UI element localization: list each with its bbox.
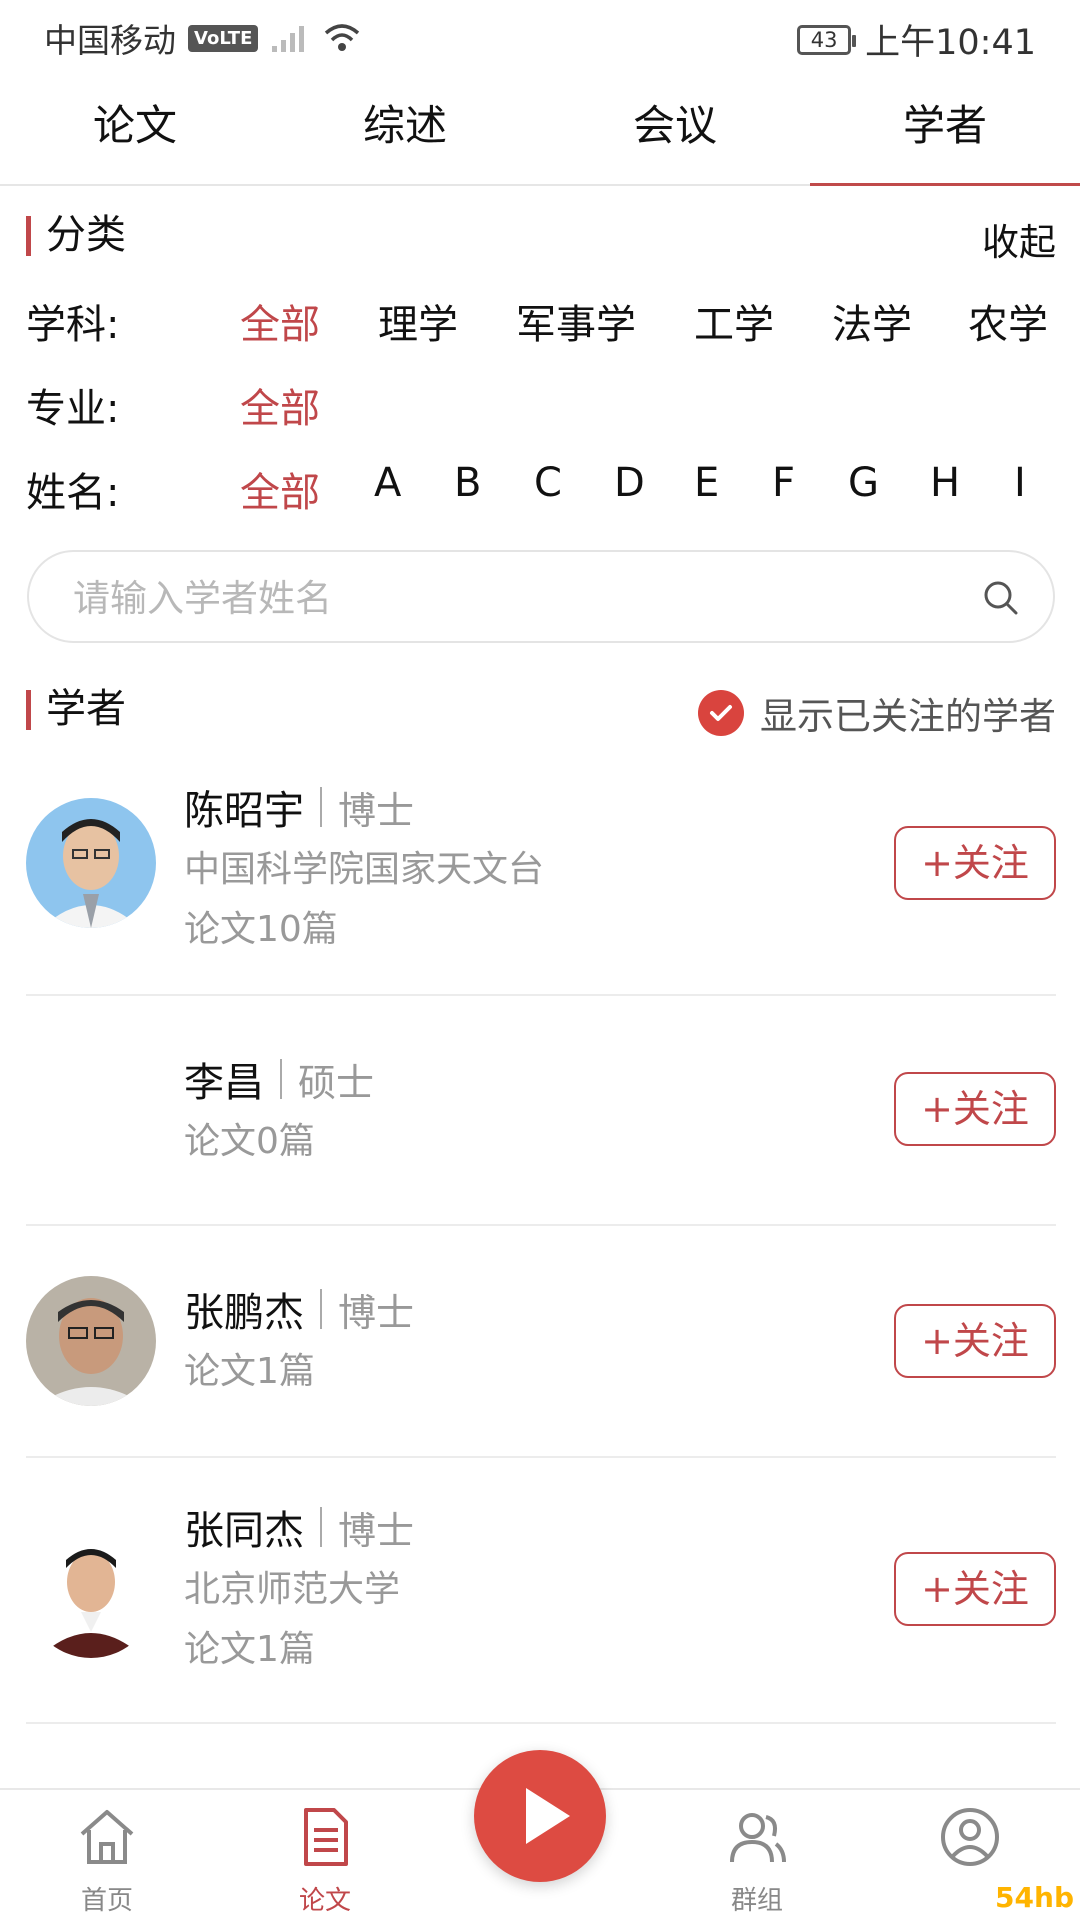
collapse-button[interactable]: 收起 bbox=[982, 212, 1056, 266]
user-icon bbox=[941, 1808, 999, 1866]
avatar bbox=[26, 1276, 156, 1406]
subject-option-military[interactable]: 军事学 bbox=[516, 292, 636, 350]
subject-option-agriculture[interactable]: 农学 bbox=[968, 292, 1048, 350]
subject-option-all[interactable]: 全部 bbox=[240, 292, 320, 350]
check-icon[interactable] bbox=[698, 690, 744, 736]
subject-filter-row: 学科: 全部 理学 军事学 工学 法学 农学 bbox=[26, 292, 1066, 352]
name-filter-row: 姓名: 全部 A B C D E F G H I bbox=[26, 460, 1066, 520]
scholar-item[interactable]: 张鹏杰 博士 论文1篇 +关注 bbox=[26, 1226, 1056, 1458]
scholar-name[interactable]: 李昌 bbox=[184, 1050, 264, 1108]
tab-papers[interactable]: 论文 bbox=[0, 86, 270, 184]
follow-button[interactable]: +关注 bbox=[894, 1072, 1056, 1146]
scholar-info: 陈昭宇 博士 中国科学院国家天文台 论文10篇 bbox=[184, 780, 544, 954]
play-button[interactable] bbox=[474, 1750, 606, 1882]
top-tabs: 论文 综述 会议 学者 bbox=[0, 86, 1080, 186]
follow-button[interactable]: +关注 bbox=[894, 1304, 1056, 1378]
status-left: 中国移动 VoLTE bbox=[44, 14, 362, 62]
scholar-org: 北京师范大学 bbox=[184, 1569, 401, 1610]
status-bar: 中国移动 VoLTE 43 上午10:41 bbox=[0, 0, 1080, 74]
status-right: 43 上午10:41 bbox=[797, 14, 1036, 65]
scholar-papers: 论文1篇 bbox=[184, 1629, 315, 1670]
name-option-f[interactable]: F bbox=[772, 460, 795, 506]
clock: 上午10:41 bbox=[865, 23, 1036, 63]
search-input[interactable] bbox=[73, 572, 933, 624]
name-option-c[interactable]: C bbox=[534, 460, 562, 506]
tab-conferences[interactable]: 会议 bbox=[540, 86, 810, 184]
name-option-a[interactable]: A bbox=[374, 460, 401, 506]
divider bbox=[320, 1507, 322, 1547]
divider bbox=[320, 1289, 322, 1329]
name-option-i[interactable]: I bbox=[1014, 460, 1026, 506]
watermark-logo: 54hb bbox=[995, 1881, 1074, 1914]
follow-button[interactable]: +关注 bbox=[894, 1552, 1056, 1626]
nav-home-label: 首页 bbox=[80, 1886, 133, 1916]
signal-icon bbox=[272, 26, 305, 52]
group-icon bbox=[730, 1813, 786, 1863]
avatar bbox=[26, 798, 156, 928]
name-label: 姓名: bbox=[26, 470, 120, 516]
wifi-icon bbox=[325, 24, 360, 51]
name-line: 陈昭宇 博士 bbox=[184, 780, 544, 834]
divider bbox=[280, 1059, 282, 1099]
name-option-g[interactable]: G bbox=[848, 460, 879, 506]
nav-profile[interactable] bbox=[895, 1804, 1045, 1880]
scholar-item[interactable]: 张同杰 博士 北京师范大学 论文1篇 +关注 bbox=[26, 1458, 1056, 1724]
scholar-degree: 博士 bbox=[338, 1290, 415, 1335]
scholar-name[interactable]: 张同杰 bbox=[184, 1498, 304, 1556]
tab-scholars[interactable]: 学者 bbox=[810, 86, 1080, 186]
name-option-d[interactable]: D bbox=[614, 460, 645, 506]
scholar-papers: 论文1篇 bbox=[184, 1351, 315, 1392]
battery-indicator: 43 bbox=[797, 24, 857, 55]
major-filter-row: 专业: 全部 bbox=[26, 376, 1066, 436]
name-line: 张鹏杰 博士 bbox=[184, 1282, 414, 1336]
name-option-b[interactable]: B bbox=[454, 460, 481, 506]
home-icon bbox=[80, 1810, 134, 1864]
name-option-h[interactable]: H bbox=[930, 460, 960, 506]
nav-papers[interactable]: 论文 bbox=[250, 1804, 400, 1917]
scholar-item[interactable]: 陈昭宇 博士 中国科学院国家天文台 论文10篇 +关注 bbox=[26, 762, 1056, 996]
scholar-degree: 博士 bbox=[338, 788, 415, 833]
document-icon bbox=[304, 1808, 348, 1866]
scholar-info: 张鹏杰 博士 论文1篇 bbox=[184, 1282, 414, 1396]
volte-badge: VoLTE bbox=[188, 24, 259, 52]
tab-reviews[interactable]: 综述 bbox=[270, 86, 540, 184]
avatar bbox=[26, 1528, 156, 1658]
scholar-name[interactable]: 陈昭宇 bbox=[184, 778, 304, 836]
subject-option-engineering[interactable]: 工学 bbox=[694, 292, 774, 350]
scholar-papers: 论文10篇 bbox=[184, 909, 338, 950]
show-followed-label: 显示已关注的学者 bbox=[760, 695, 1056, 738]
name-option-e[interactable]: E bbox=[694, 460, 719, 506]
name-line: 张同杰 博士 bbox=[184, 1500, 414, 1554]
follow-button[interactable]: +关注 bbox=[894, 826, 1056, 900]
subject-option-science[interactable]: 理学 bbox=[378, 292, 458, 350]
scholar-degree: 博士 bbox=[338, 1508, 415, 1553]
scholar-info: 李昌 硕士 论文0篇 bbox=[184, 1052, 374, 1166]
divider bbox=[320, 787, 322, 827]
subject-option-law[interactable]: 法学 bbox=[832, 292, 912, 350]
name-option-all[interactable]: 全部 bbox=[240, 460, 320, 518]
scholars-title: 学者 bbox=[26, 686, 126, 732]
show-followed-toggle[interactable]: 显示已关注的学者 bbox=[698, 686, 1056, 740]
major-option-all[interactable]: 全部 bbox=[240, 376, 320, 434]
name-line: 李昌 硕士 bbox=[184, 1052, 374, 1106]
category-title: 分类 bbox=[26, 212, 126, 258]
scholar-info: 张同杰 博士 北京师范大学 论文1篇 bbox=[184, 1500, 414, 1674]
scholar-name[interactable]: 张鹏杰 bbox=[184, 1280, 304, 1338]
nav-groups-label: 群组 bbox=[730, 1886, 783, 1916]
scholar-item[interactable]: 李昌 硕士 论文0篇 +关注 bbox=[26, 996, 1056, 1226]
search-bar bbox=[27, 550, 1055, 643]
scholar-org: 中国科学院国家天文台 bbox=[184, 849, 545, 890]
play-icon bbox=[526, 1788, 570, 1844]
nav-groups[interactable]: 群组 bbox=[682, 1804, 832, 1917]
major-label: 专业: bbox=[26, 386, 120, 432]
nav-papers-label: 论文 bbox=[298, 1886, 351, 1916]
nav-home[interactable]: 首页 bbox=[32, 1804, 182, 1917]
scholar-degree: 硕士 bbox=[298, 1060, 375, 1105]
subject-label: 学科: bbox=[26, 302, 120, 348]
carrier-label: 中国移动 bbox=[44, 21, 176, 60]
scholar-papers: 论文0篇 bbox=[184, 1121, 315, 1162]
search-icon[interactable] bbox=[981, 578, 1021, 618]
